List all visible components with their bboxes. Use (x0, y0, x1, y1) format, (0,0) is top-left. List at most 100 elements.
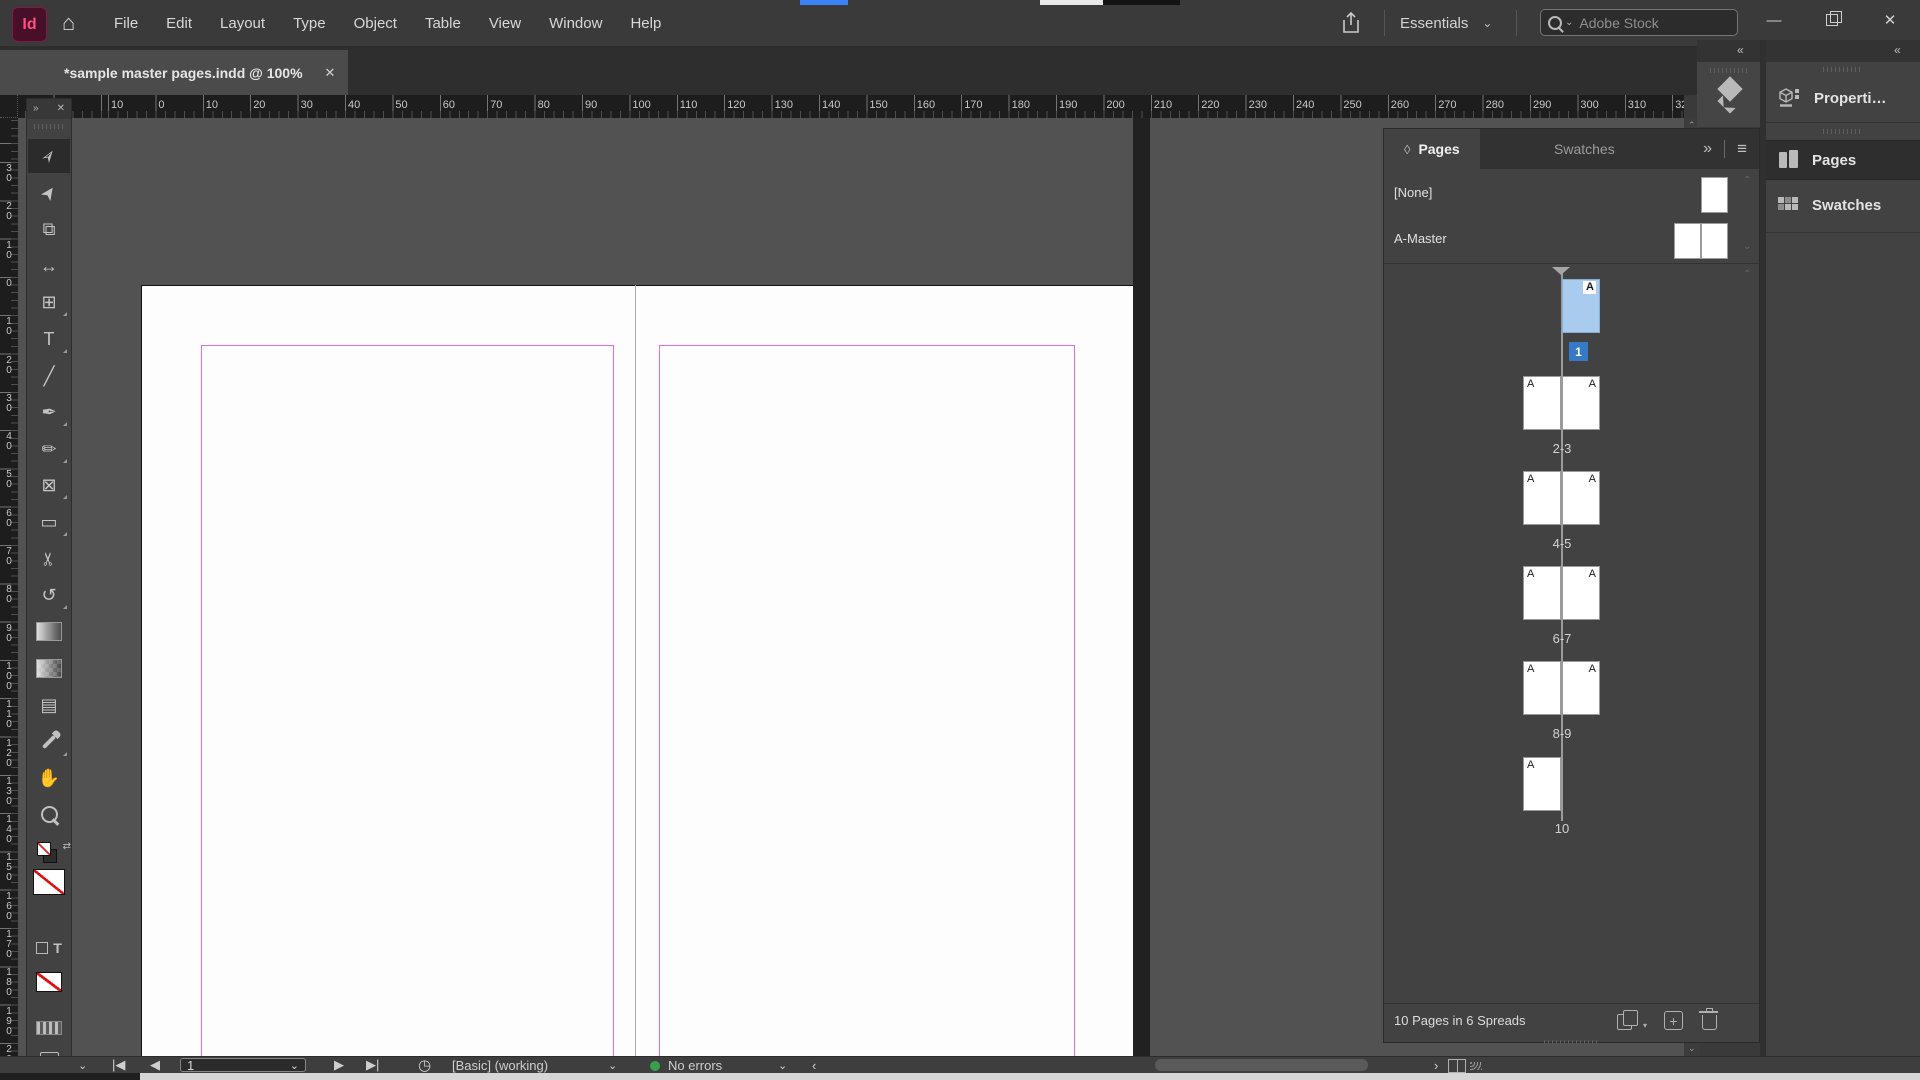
page-thumbnail[interactable]: A (1523, 471, 1561, 525)
page-thumbnail[interactable]: A (1523, 661, 1561, 715)
page-thumbnail[interactable]: A (1523, 566, 1561, 620)
view-options-chevron[interactable]: ⌄ (78, 1057, 87, 1073)
eyedropper-tool[interactable] (28, 725, 70, 759)
page-number-field[interactable]: 1 ⌄ (180, 1058, 306, 1072)
properties-panel-button[interactable]: Properti… (1766, 78, 1920, 118)
spread-view-icon[interactable] (1448, 1059, 1466, 1073)
hand-tool[interactable]: ✋ (28, 761, 70, 795)
note-tool[interactable]: ▤ (28, 688, 70, 722)
swatches-panel-button[interactable]: Swatches (1766, 185, 1920, 225)
spread-label[interactable]: 10 (1523, 821, 1601, 836)
create-new-page-button[interactable]: + (1664, 1011, 1683, 1030)
drag-grip[interactable] (1823, 129, 1863, 134)
gradient-swatch-tool[interactable] (28, 615, 70, 649)
menu-object[interactable]: Object (340, 15, 411, 32)
panel-resize-grip[interactable] (1544, 1040, 1600, 1044)
chevron-down-icon[interactable]: ⌄ (290, 1059, 299, 1072)
menu-layout[interactable]: Layout (206, 15, 279, 32)
gap-tool[interactable]: ↔ (28, 249, 70, 283)
close-panel-icon[interactable]: ✕ (57, 103, 65, 114)
delete-page-button[interactable] (1702, 1015, 1717, 1030)
rectangle-tool[interactable]: ▭ (28, 505, 70, 539)
panel-collapse-icon[interactable]: ◊ (1404, 142, 1410, 157)
scroll-left-icon[interactable]: ‹ (812, 1057, 816, 1073)
pencil-tool[interactable]: ✏ (28, 432, 70, 466)
preflight-profile[interactable]: [Basic] (working) (452, 1057, 548, 1073)
spread-label[interactable]: 6-7 (1523, 631, 1601, 646)
type-tool[interactable]: T (28, 322, 70, 356)
drag-grip[interactable] (1823, 67, 1863, 72)
tab-swatches[interactable]: Swatches (1534, 129, 1635, 169)
close-button[interactable]: ✕ (1861, 0, 1919, 40)
drag-grip[interactable] (1710, 68, 1750, 73)
formatting-affects-buttons[interactable]: T (28, 931, 70, 965)
selection-tool[interactable]: ➢ (28, 139, 70, 173)
page-thumbnail[interactable]: A (1562, 471, 1600, 525)
scroll-down-icon[interactable]: ⌄ (1743, 241, 1751, 252)
horizontal-scrollbar-thumb[interactable] (1155, 1059, 1368, 1071)
close-tab-icon[interactable]: ✕ (325, 65, 336, 81)
first-page-button[interactable]: |◀ (112, 1057, 125, 1073)
tab-pages[interactable]: ◊ Pages (1384, 129, 1480, 169)
apply-gradient-button[interactable] (28, 1011, 70, 1045)
document-tab[interactable]: *sample master pages.indd @ 100% ✕ (0, 50, 348, 95)
chevron-down-icon[interactable]: ⌄ (778, 1057, 787, 1073)
master-thumbnail[interactable] (1674, 223, 1701, 259)
share-icon[interactable] (1340, 11, 1362, 40)
menu-view[interactable]: View (475, 15, 535, 32)
vertical-ruler[interactable]: 3 02 01 001 02 03 04 05 06 07 08 09 01 0… (0, 118, 18, 1056)
menu-help[interactable]: Help (616, 15, 675, 32)
spread-label[interactable]: 2-3 (1523, 441, 1601, 456)
menu-edit[interactable]: Edit (152, 15, 206, 32)
ruler-origin-corner[interactable] (0, 95, 18, 118)
menu-table[interactable]: Table (411, 15, 475, 32)
page-tool[interactable]: ⧉ (28, 212, 70, 246)
spread-label[interactable]: 4-5 (1523, 536, 1601, 551)
scroll-down-icon[interactable]: ⌄ (1688, 1043, 1696, 1054)
next-page-button[interactable]: ▶ (334, 1057, 344, 1073)
previous-page-button[interactable]: ◀ (150, 1057, 160, 1073)
panel-expand-icon[interactable]: » (1703, 140, 1712, 158)
menu-window[interactable]: Window (535, 15, 616, 32)
scissors-tool[interactable]: ✂ (28, 542, 70, 576)
scroll-up-icon[interactable]: ⌃ (1743, 175, 1751, 186)
preflight-icon[interactable]: ◷ (418, 1057, 431, 1073)
restore-button[interactable] (1803, 0, 1861, 40)
workspace-switcher[interactable]: Essentials ⌄ (1400, 0, 1492, 46)
pen-tool[interactable]: ✒ (28, 395, 70, 429)
master-thumbnail[interactable] (1701, 223, 1728, 259)
page-thumbnail[interactable]: A (1523, 376, 1561, 430)
resize-grip[interactable] (1470, 1062, 1482, 1070)
page-thumbnail[interactable]: A (1562, 566, 1600, 620)
direct-selection-tool[interactable]: ➤ (28, 176, 70, 210)
gradient-feather-tool[interactable] (28, 651, 70, 685)
content-collector-tool[interactable]: ⊞ (28, 285, 70, 319)
page-thumbnail[interactable]: A (1562, 279, 1600, 333)
page-thumbnail[interactable]: A (1562, 376, 1600, 430)
page-thumbnail[interactable]: A (1523, 757, 1561, 811)
spread-label[interactable]: 8-9 (1523, 726, 1601, 741)
collapse-dock-icon[interactable]: « (1894, 43, 1900, 57)
page-thumbnail[interactable]: A (1562, 661, 1600, 715)
zoom-tool[interactable] (28, 798, 70, 832)
last-page-button[interactable]: ▶| (366, 1057, 379, 1073)
indesign-logo[interactable]: Id (12, 7, 47, 42)
line-tool[interactable]: ╱ (28, 359, 70, 393)
minimize-button[interactable]: — (1745, 0, 1803, 40)
scroll-up-icon[interactable]: ⌃ (1743, 269, 1751, 280)
drag-grip[interactable] (34, 124, 64, 129)
search-input[interactable] (1577, 14, 1711, 32)
rectangle-frame-tool[interactable]: ⊠ (28, 468, 70, 502)
collapse-dock-icon[interactable]: « (1737, 43, 1743, 57)
chevron-down-icon[interactable]: ⌄ (608, 1057, 617, 1073)
menu-file[interactable]: File (100, 15, 152, 32)
master-thumbnail[interactable] (1701, 177, 1728, 213)
horizontal-ruler[interactable]: 1001020304050607080901001101201301401501… (18, 95, 1684, 118)
pages-panel-button[interactable]: Pages (1766, 140, 1920, 180)
fill-swatch-none[interactable] (28, 865, 70, 899)
preflight-status[interactable]: No errors (668, 1057, 722, 1073)
panel-menu-icon[interactable]: ≡ (1737, 139, 1747, 159)
expand-panel-icon[interactable]: » (33, 103, 38, 114)
scroll-right-icon[interactable]: › (1434, 1057, 1438, 1073)
adobe-stock-search[interactable]: ⌄ (1540, 9, 1738, 36)
